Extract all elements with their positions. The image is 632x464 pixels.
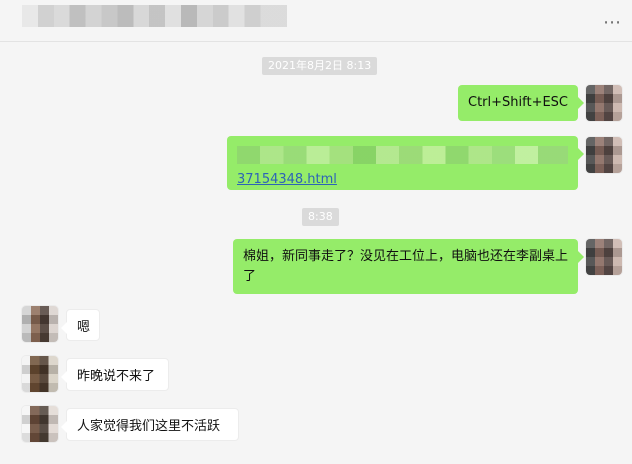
- message-link[interactable]: 37154348.html: [237, 172, 337, 187]
- avatar[interactable]: [22, 406, 58, 442]
- timestamp: 2021年8月2日 8:13: [262, 57, 378, 75]
- message-bubble-other[interactable]: 人家觉得我们这里不活跃: [61, 408, 239, 441]
- message-text: 嗯: [77, 320, 91, 335]
- chat-window: ⋯ 2021年8月2日 8:13 Ctrl+Shift+ESC 37154348…: [0, 0, 632, 464]
- more-icon[interactable]: ⋯: [603, 14, 622, 32]
- message-bubble-other[interactable]: 昨晚说不来了: [61, 358, 169, 391]
- avatar[interactable]: [22, 356, 58, 392]
- message-bubble-me[interactable]: Ctrl+Shift+ESC: [458, 85, 584, 121]
- avatar[interactable]: [586, 137, 622, 173]
- message-bubble-other[interactable]: 嗯: [61, 309, 100, 341]
- message-bubble-me-link[interactable]: 37154348.html: [227, 136, 584, 190]
- message-text: Ctrl+Shift+ESC: [468, 95, 569, 110]
- message-text: 昨晚说不来了: [77, 369, 156, 384]
- timestamp: 8:38: [302, 208, 339, 226]
- message-bubble-me[interactable]: 棉姐，新同事走了？没见在工位上，电脑也还在李副桌上了: [233, 239, 584, 294]
- message-text: 棉姐，新同事走了？没见在工位上，电脑也还在李副桌上了: [243, 249, 569, 284]
- message-text: 人家觉得我们这里不活跃: [77, 419, 221, 434]
- avatar[interactable]: [586, 239, 622, 275]
- avatar[interactable]: [586, 85, 622, 121]
- avatar[interactable]: [22, 306, 58, 342]
- url-blurred: [237, 146, 568, 164]
- chat-title-blurred: [22, 5, 287, 27]
- chat-header: ⋯: [0, 0, 632, 42]
